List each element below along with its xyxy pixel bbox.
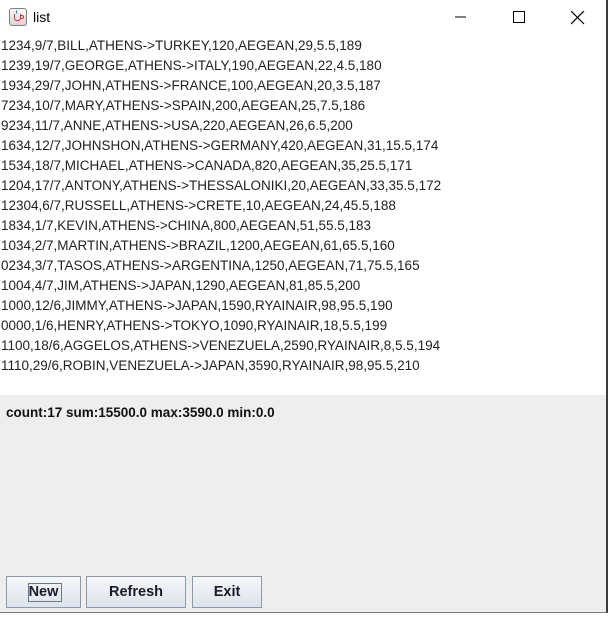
list-item[interactable]: 1100,18/6,AGGELOS,ATHENS->VENEZUELA,2590… [1, 336, 440, 356]
close-button[interactable] [548, 0, 606, 34]
list-item[interactable]: 9234,11/7,ANNE,ATHENS->USA,220,AEGEAN,26… [1, 116, 353, 136]
refresh-button[interactable]: Refresh [86, 576, 186, 608]
window-title: list [33, 9, 51, 25]
maximize-icon [513, 11, 525, 23]
list-item[interactable]: 1110,29/6,ROBIN,VENEZUELA->JAPAN,3590,RY… [1, 356, 420, 376]
minimize-button[interactable] [432, 0, 490, 34]
list-item[interactable]: 0234,3/7,TASOS,ATHENS->ARGENTINA,1250,AE… [1, 256, 420, 276]
close-icon [571, 11, 585, 25]
list-item[interactable]: 7234,10/7,MARY,ATHENS->SPAIN,200,AEGEAN,… [1, 96, 365, 116]
list-item[interactable]: 12304,6/7,RUSSELL,ATHENS->CRETE,10,AEGEA… [1, 196, 396, 216]
list-item[interactable]: 0000,1/6,HENRY,ATHENS->TOKYO,1090,RYAINA… [1, 316, 387, 336]
minimize-icon [455, 16, 466, 18]
list-item[interactable]: 1000,12/6,JIMMY,ATHENS->JAPAN,1590,RYAIN… [1, 296, 393, 316]
list-item[interactable]: 1034,2/7,MARTIN,ATHENS->BRAZIL,1200,AEGE… [1, 236, 395, 256]
records-list[interactable]: 1234,9/7,BILL,ATHENS->TURKEY,120,AEGEAN,… [0, 34, 606, 395]
list-item[interactable]: 1234,9/7,BILL,ATHENS->TURKEY,120,AEGEAN,… [1, 36, 362, 56]
maximize-button[interactable] [490, 0, 548, 34]
new-button[interactable]: New [6, 576, 81, 608]
app-window: list 1234,9/7,BILL,ATHENS->TURKEY,120,AE… [0, 0, 608, 613]
list-item[interactable]: 1834,1/7,KEVIN,ATHENS->CHINA,800,AEGEAN,… [1, 216, 371, 236]
list-item[interactable]: 1534,18/7,MICHAEL,ATHENS->CANADA,820,AEG… [1, 156, 412, 176]
list-item[interactable]: 1239,19/7,GEORGE,ATHENS->ITALY,190,AEGEA… [1, 56, 382, 76]
list-item[interactable]: 1004,4/7,JIM,ATHENS->JAPAN,1290,AEGEAN,8… [1, 276, 360, 296]
stats-summary: count:17 sum:15500.0 max:3590.0 min:0.0 [6, 405, 275, 420]
exit-button[interactable]: Exit [192, 576, 262, 608]
java-app-icon [9, 8, 27, 26]
list-item[interactable]: 1634,12/7,JOHNSHON,ATHENS->GERMANY,420,A… [1, 136, 438, 156]
title-bar[interactable]: list [0, 0, 606, 34]
list-item[interactable]: 1204,17/7,ANTONY,ATHENS->THESSALONIKI,20… [1, 176, 441, 196]
list-item[interactable]: 1934,29/7,JOHN,ATHENS->FRANCE,100,AEGEAN… [1, 76, 381, 96]
new-button-label: New [28, 584, 59, 600]
